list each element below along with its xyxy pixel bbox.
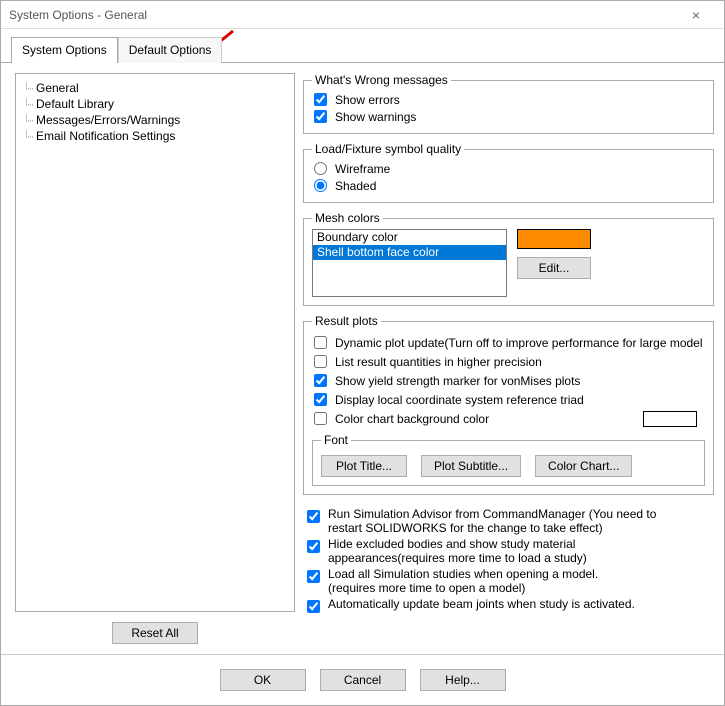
radio-wireframe[interactable]	[314, 162, 327, 175]
label-show-warnings: Show warnings	[335, 110, 416, 124]
checkbox-show-errors[interactable]	[314, 93, 327, 106]
legend-result-plots: Result plots	[312, 314, 381, 328]
bgcolor-swatch[interactable]	[643, 411, 697, 427]
group-font: Font Plot Title... Plot Subtitle... Colo…	[312, 433, 705, 486]
legend-load-fixture: Load/Fixture symbol quality	[312, 142, 464, 156]
label-show-errors: Show errors	[335, 93, 400, 107]
legend-mesh: Mesh colors	[312, 211, 383, 225]
checkbox-show-warnings[interactable]	[314, 110, 327, 123]
group-mesh-colors: Mesh colors Boundary color Shell bottom …	[303, 211, 714, 306]
ok-button[interactable]: OK	[220, 669, 306, 691]
tree-item-messages[interactable]: Messages/Errors/Warnings	[24, 112, 286, 128]
label-run-advisor: Run Simulation Advisor from CommandManag…	[328, 507, 658, 535]
help-button[interactable]: Help...	[420, 669, 506, 691]
window-title: System Options - General	[9, 8, 676, 22]
checkbox-run-advisor[interactable]	[307, 510, 320, 523]
edit-color-button[interactable]: Edit...	[517, 257, 591, 279]
nav-tree: General Default Library Messages/Errors/…	[15, 73, 295, 612]
label-load-all: Load all Simulation studies when opening…	[328, 567, 598, 595]
radio-shaded[interactable]	[314, 179, 327, 192]
label-list-precision: List result quantities in higher precisi…	[335, 355, 542, 369]
label-auto-beam: Automatically update beam joints when st…	[328, 597, 635, 611]
color-chart-button[interactable]: Color Chart...	[535, 455, 632, 477]
label-dynamic-plot: Dynamic plot update(Turn off to improve …	[335, 336, 703, 350]
label-triad: Display local coordinate system referenc…	[335, 393, 584, 407]
mesh-color-listbox[interactable]: Boundary color Shell bottom face color	[312, 229, 507, 297]
checkbox-hide-excluded[interactable]	[307, 540, 320, 553]
tab-default-options[interactable]: Default Options	[118, 37, 223, 63]
legend-whats-wrong: What's Wrong messages	[312, 73, 451, 87]
dialog-buttons: OK Cancel Help...	[1, 654, 724, 705]
checkbox-load-all[interactable]	[307, 570, 320, 583]
plot-title-button[interactable]: Plot Title...	[321, 455, 407, 477]
checkbox-bgcolor[interactable]	[314, 412, 327, 425]
label-shaded: Shaded	[335, 179, 376, 193]
tree-item-email[interactable]: Email Notification Settings	[24, 128, 286, 144]
label-hide-excluded: Hide excluded bodies and show study mate…	[328, 537, 658, 565]
misc-checks: Run Simulation Advisor from CommandManag…	[303, 503, 714, 619]
cancel-button[interactable]: Cancel	[320, 669, 406, 691]
dialog-window: System Options - General × System Option…	[0, 0, 725, 706]
reset-all-button[interactable]: Reset All	[112, 622, 198, 644]
list-item[interactable]: Shell bottom face color	[313, 245, 506, 260]
left-column: General Default Library Messages/Errors/…	[15, 73, 295, 644]
tab-system-options[interactable]: System Options	[11, 37, 118, 63]
checkbox-triad[interactable]	[314, 393, 327, 406]
close-icon[interactable]: ×	[676, 7, 716, 23]
tabstrip: System Options Default Options	[1, 29, 724, 63]
plot-subtitle-button[interactable]: Plot Subtitle...	[421, 455, 521, 477]
mesh-color-swatch[interactable]	[517, 229, 591, 249]
list-item[interactable]: Boundary color	[313, 230, 506, 245]
legend-font: Font	[321, 433, 351, 447]
settings-panel: What's Wrong messages Show errors Show w…	[303, 73, 714, 644]
tree-item-default-library[interactable]: Default Library	[24, 96, 286, 112]
label-bgcolor: Color chart background color	[335, 412, 489, 426]
label-yield-marker: Show yield strength marker for vonMises …	[335, 374, 580, 388]
titlebar: System Options - General ×	[1, 1, 724, 29]
checkbox-list-precision[interactable]	[314, 355, 327, 368]
checkbox-auto-beam[interactable]	[307, 600, 320, 613]
group-load-fixture: Load/Fixture symbol quality Wireframe Sh…	[303, 142, 714, 203]
label-wireframe: Wireframe	[335, 162, 390, 176]
group-whats-wrong: What's Wrong messages Show errors Show w…	[303, 73, 714, 134]
group-result-plots: Result plots Dynamic plot update(Turn of…	[303, 314, 714, 495]
checkbox-dynamic-plot[interactable]	[314, 336, 327, 349]
checkbox-yield-marker[interactable]	[314, 374, 327, 387]
tree-item-general[interactable]: General	[24, 80, 286, 96]
